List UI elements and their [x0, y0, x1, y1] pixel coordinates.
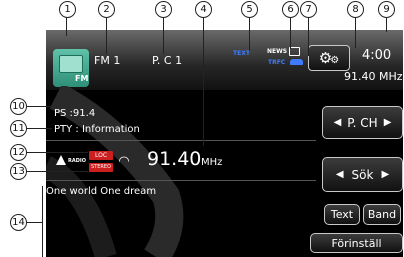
leader-line-1 — [66, 16, 67, 36]
leader-line-13 — [26, 171, 88, 172]
preset-list-button[interactable]: Förinställ — [310, 233, 403, 253]
callout-8: 8 — [347, 1, 364, 18]
settings-button[interactable]: ⚙ ⚙ — [308, 45, 350, 71]
news-indicator: NEWS — [267, 48, 288, 55]
source-label: FM — [75, 74, 89, 83]
leader-line-12 — [26, 152, 88, 153]
radio-logo-label: RADIO — [68, 158, 86, 164]
text-button[interactable]: Text — [324, 204, 360, 225]
preset-list-label: Förinställ — [331, 236, 382, 250]
gear-small-icon: ⚙ — [330, 54, 340, 66]
callout-1: 1 — [59, 1, 76, 18]
clock: 4:00 — [362, 48, 392, 63]
radio-text: One world One dream — [46, 186, 157, 197]
leader-line-5 — [249, 16, 250, 51]
callout-2: 2 — [98, 1, 115, 18]
divider-2 — [46, 180, 316, 181]
stereo-badge: STEREO — [89, 163, 113, 172]
radio-screen: FM FM 1 P. C 1 TEXT NEWS TRFC ⚙ ⚙ 4:00 91… — [46, 30, 403, 257]
preset-channel-button[interactable]: ◀ P. CH ▶ — [322, 106, 403, 139]
text-button-label: Text — [330, 208, 354, 221]
callout-12: 12 — [10, 144, 27, 161]
callout-6: 6 — [282, 1, 299, 18]
band-indicator: FM 1 — [94, 54, 121, 67]
leader-line-4 — [203, 16, 204, 146]
leader-line-14 — [26, 222, 42, 223]
callout-7: 7 — [300, 1, 317, 18]
callout-14: 14 — [10, 214, 27, 231]
preset-channel-indicator: P. C 1 — [152, 54, 183, 67]
leader-line-8 — [355, 16, 356, 48]
radio-logo-arrow-icon — [56, 155, 66, 165]
search-prev-icon: ◀ — [335, 169, 344, 180]
radio-icon — [59, 55, 83, 73]
prev-arrow-icon: ◀ — [333, 117, 342, 128]
pty-info: PTY : Information — [54, 124, 140, 135]
callout-13: 13 — [10, 163, 27, 180]
frequency-small: 91.40 MHz — [344, 70, 403, 83]
traffic-car-icon — [290, 59, 303, 65]
search-label: Sök — [351, 167, 374, 182]
callout-4: 4 — [195, 1, 212, 18]
leader-line-6 — [290, 16, 291, 49]
ps-info: PS :91.4 — [54, 108, 96, 119]
leader-line-7 — [308, 16, 309, 56]
text-indicator: TEXT — [233, 50, 250, 57]
leader-line-11 — [26, 128, 52, 129]
callout-10: 10 — [10, 98, 27, 115]
callout-11: 11 — [10, 120, 27, 137]
leader-line-2 — [106, 16, 107, 54]
leader-line-9 — [386, 16, 387, 32]
band-button-label: Band — [367, 208, 397, 221]
loc-badge-label: LOC — [94, 152, 108, 159]
search-button[interactable]: ◀ Sök ▶ — [322, 157, 403, 192]
leader-line-3 — [163, 16, 164, 54]
stereo-badge-label: STEREO — [91, 164, 111, 170]
leader-line-10 — [26, 106, 52, 107]
band-button[interactable]: Band — [363, 204, 401, 225]
callout-3: 3 — [155, 1, 172, 18]
callout-9: 9 — [378, 1, 395, 18]
frequency-value: 91.40 — [147, 148, 202, 170]
search-next-icon: ▶ — [381, 169, 390, 180]
traffic-indicator: TRFC — [268, 59, 286, 66]
frequency-unit: MHz — [201, 157, 223, 168]
source-button[interactable]: FM — [53, 49, 89, 87]
loc-badge: LOC — [89, 151, 113, 160]
next-arrow-icon: ▶ — [383, 117, 392, 128]
signal-icon: ◜◝ — [119, 154, 130, 169]
leader-bracket-14 — [42, 186, 43, 257]
callout-5: 5 — [241, 1, 258, 18]
preset-channel-label: P. CH — [347, 115, 378, 130]
divider — [46, 140, 316, 141]
